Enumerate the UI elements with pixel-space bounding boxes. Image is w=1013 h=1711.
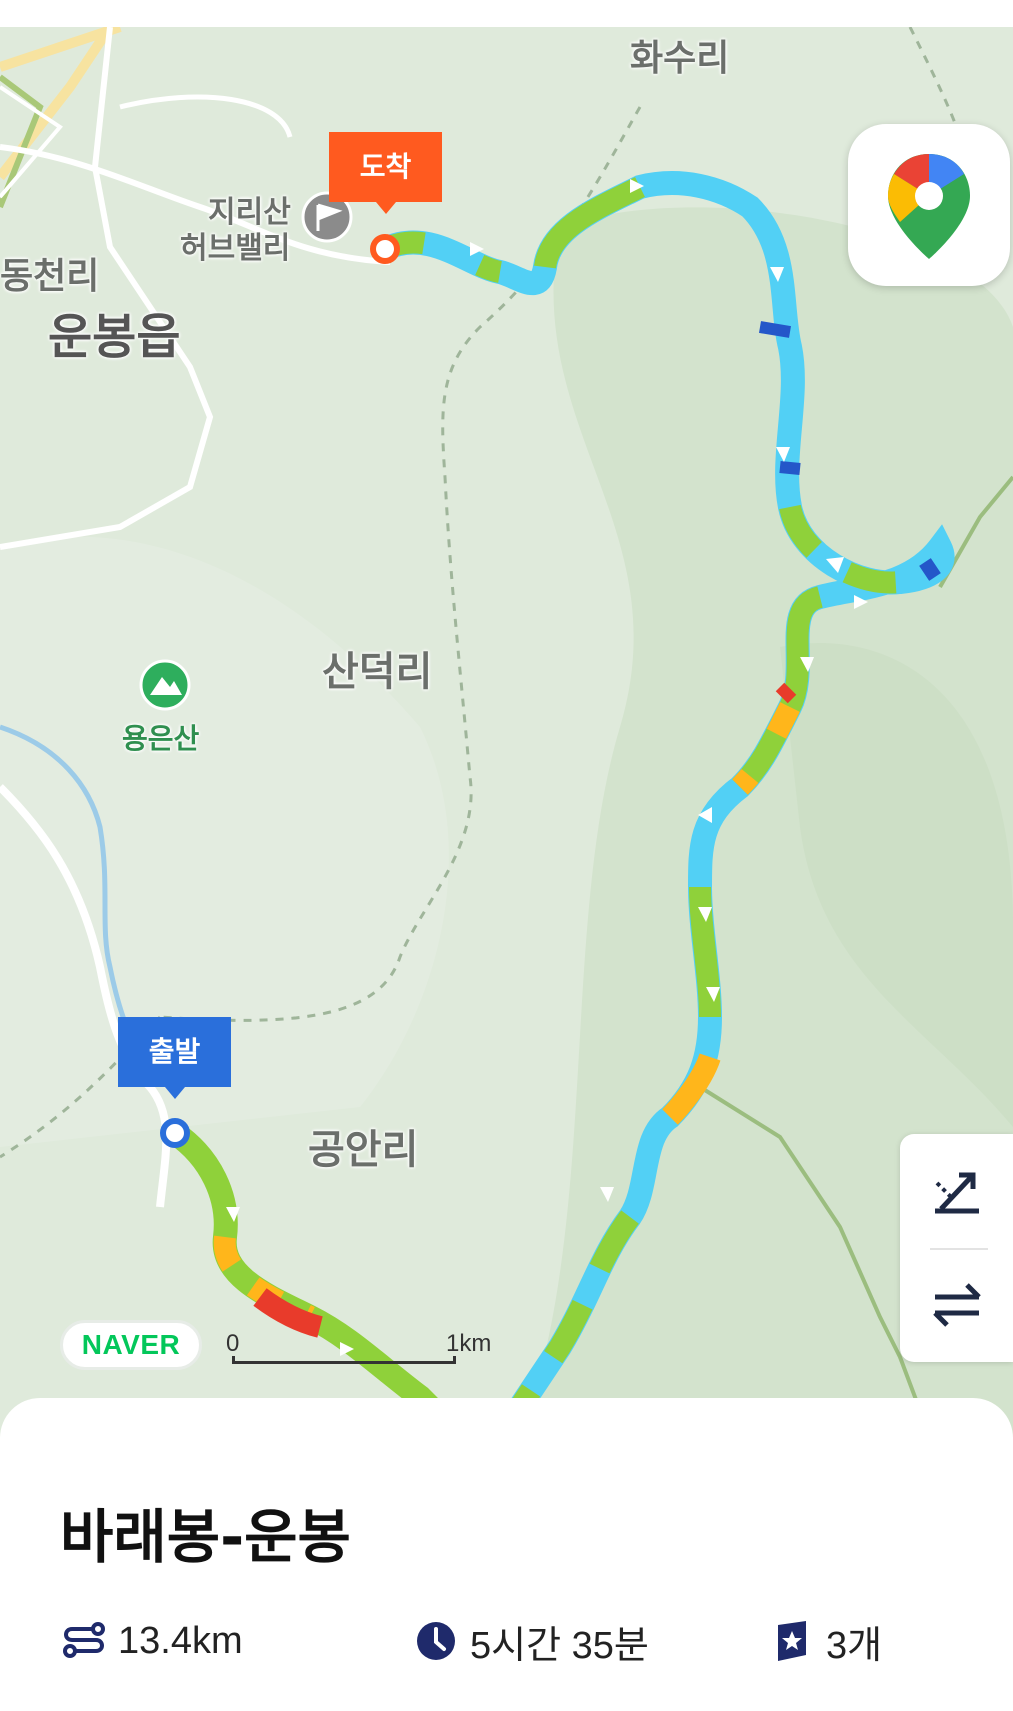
course-title: 바래봉-운봉	[60, 1503, 351, 1571]
slope-measure-icon	[934, 1172, 979, 1214]
naver-logo: NAVER	[60, 1320, 202, 1370]
arrival-marker[interactable]: 도착	[329, 132, 442, 214]
label-gonganri: 공안리	[308, 1127, 419, 1173]
scale-bar: 0 1km	[226, 1324, 491, 1368]
scale-start: 0	[226, 1330, 240, 1357]
swap-direction-button[interactable]	[900, 1252, 1013, 1358]
label-yongeunsan: 용은산	[122, 722, 200, 755]
map-tools-panel	[900, 1134, 1013, 1362]
stamps-stat: 3개	[770, 1616, 883, 1667]
scale-end: 1km	[446, 1330, 492, 1357]
distance-value: 13.4km	[118, 1619, 243, 1662]
swap-direction-icon	[932, 1283, 981, 1327]
duration-stat: 5시간 35분	[414, 1616, 649, 1667]
scale-line	[232, 1356, 456, 1364]
label-hwasuri: 화수리	[630, 38, 730, 79]
stamps-value: 3개	[826, 1624, 883, 1667]
google-maps-app-icon	[888, 154, 970, 259]
status-bar	[0, 0, 1013, 27]
google-maps-button[interactable]	[848, 124, 1010, 286]
departure-marker[interactable]: 출발	[118, 1017, 231, 1099]
label-herb-valley: 허브밸리	[180, 231, 291, 266]
tools-divider	[930, 1248, 988, 1250]
slope-measure-button[interactable]	[900, 1138, 1013, 1244]
label-sandeokri: 산덕리	[322, 649, 433, 695]
badge-star-icon	[778, 1621, 806, 1661]
label-unbongeup: 운봉읍	[48, 309, 181, 365]
course-info-sheet[interactable]: 바래봉-운봉 13.4km 5시간 35분 3개	[0, 1398, 1013, 1711]
distance-stat: 13.4km	[62, 1616, 243, 1666]
label-dongcheonri: 동천리	[0, 256, 100, 297]
route-distance-icon	[63, 1622, 105, 1658]
duration-value: 5시간 35분	[470, 1624, 649, 1667]
map-view[interactable]: 화수리 지리산 허브밸리 동천리 운봉읍 산덕리 용은산 공안리 도착 출발 N…	[0, 27, 1013, 1437]
clock-icon	[417, 1622, 455, 1660]
